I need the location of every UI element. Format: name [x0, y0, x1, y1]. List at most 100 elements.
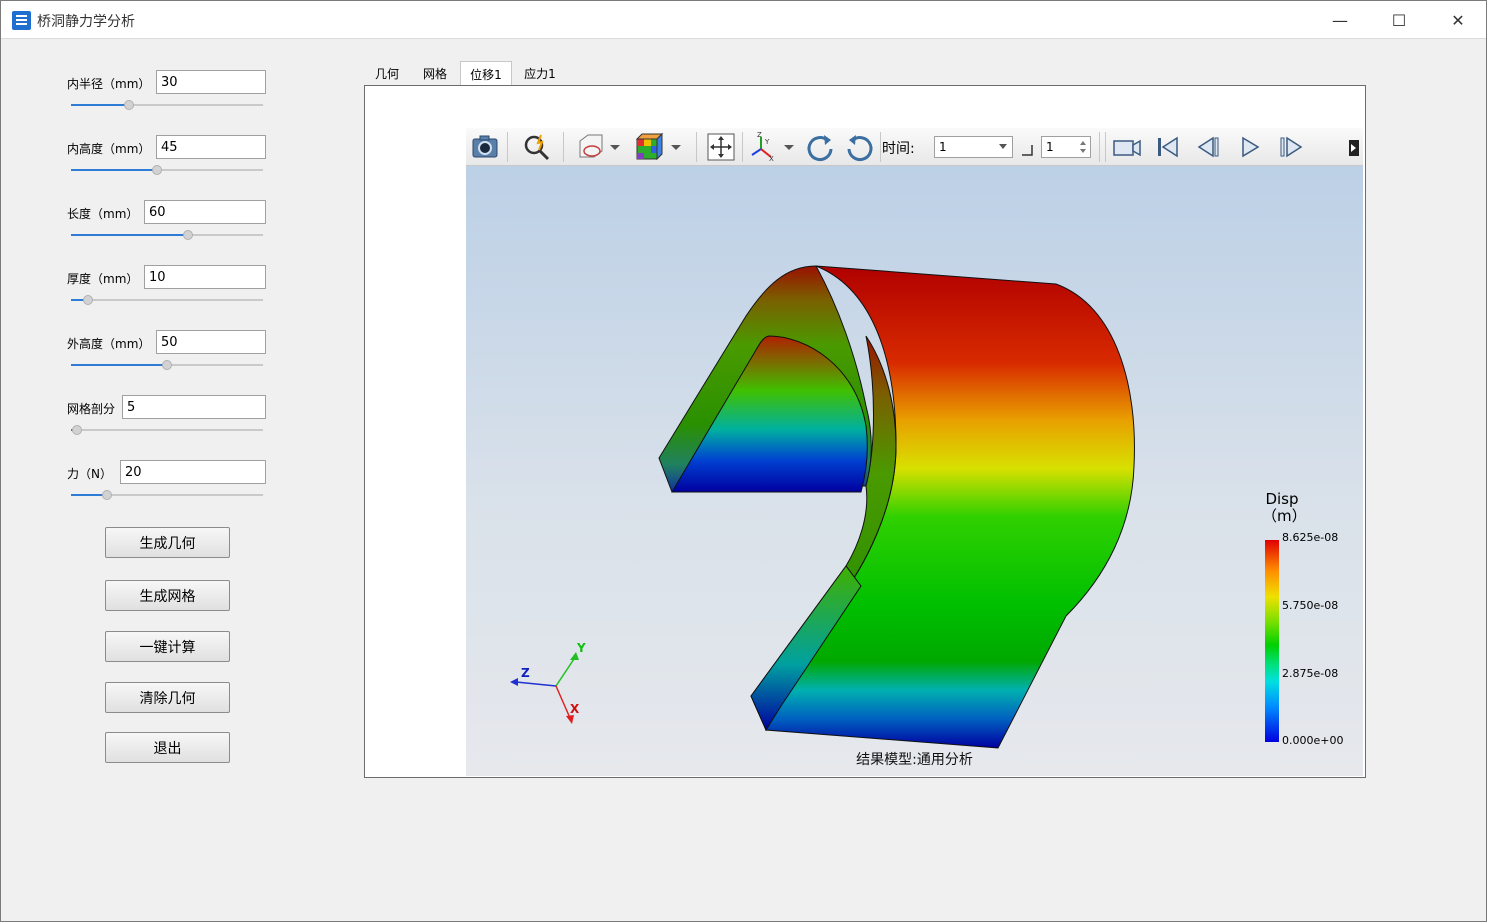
chevron-down-icon: [999, 144, 1007, 149]
force-slider[interactable]: [71, 489, 263, 501]
axes-view-icon[interactable]: Z Y X: [747, 131, 779, 163]
inner-height-slider[interactable]: [71, 164, 263, 176]
param-label: 外高度（mm）: [67, 337, 151, 351]
slider-thumb[interactable]: [102, 490, 112, 500]
rotate-clockwise-icon[interactable]: [804, 131, 836, 163]
toolbar-separator: [1105, 132, 1106, 162]
model-caption: 结果模型:通用分析: [856, 752, 973, 768]
slider-fill: [71, 104, 129, 106]
toolbar-separator: [696, 132, 697, 162]
view-toolbar: Z Y X 时间: 1 1: [466, 128, 1363, 166]
time-select-value: 1: [939, 140, 947, 154]
mesh-division-slider[interactable]: [71, 424, 263, 436]
pan-move-icon[interactable]: [705, 131, 737, 163]
thickness-input[interactable]: [144, 265, 266, 289]
video-record-icon[interactable]: [1111, 131, 1143, 163]
play-icon[interactable]: [1234, 131, 1266, 163]
slider-thumb[interactable]: [152, 165, 162, 175]
toolbar-separator: [880, 132, 881, 162]
color-map-icon[interactable]: [632, 131, 664, 163]
legend-quantity: Disp: [1265, 490, 1299, 508]
minimize-button[interactable]: —: [1311, 1, 1369, 39]
legend-tick-min: 0.000e+00: [1282, 734, 1344, 747]
outer-height-slider[interactable]: [71, 359, 263, 371]
legend-color-bar: [1265, 540, 1279, 742]
chevron-down-icon[interactable]: [608, 131, 622, 163]
step-corner-icon: [1022, 145, 1033, 156]
compute-button[interactable]: 一键计算: [105, 631, 230, 662]
time-select[interactable]: 1: [934, 136, 1013, 158]
param-label: 内高度（mm）: [67, 142, 151, 156]
chevron-down-icon[interactable]: [782, 131, 796, 163]
slider-fill: [71, 364, 167, 366]
slider-track: [71, 429, 263, 431]
toolbar-separator: [563, 132, 564, 162]
legend-unit: （m）: [1262, 507, 1307, 525]
legend-tick-max: 8.625e-08: [1282, 531, 1339, 544]
axis-y-label: Y: [577, 641, 586, 655]
outer-height-input[interactable]: [156, 330, 266, 354]
window-title: 桥洞静力学分析: [37, 14, 135, 30]
3d-viewport[interactable]: Y Z X Disp （m） 8.625e-08 5.750e-08 2.875…: [466, 166, 1363, 776]
slider-thumb[interactable]: [72, 425, 82, 435]
step-forward-icon[interactable]: [1275, 131, 1307, 163]
axes-triad: [510, 652, 579, 724]
app-window: 桥洞静力学分析 — ☐ ✕ 内半径（mm） 内高度（mm） 长度（mm） 厚度（…: [0, 0, 1487, 922]
tab-displacement[interactable]: 位移1: [460, 61, 512, 86]
toolbar-overflow-icon[interactable]: [1347, 131, 1361, 163]
step-spinbox[interactable]: 1: [1041, 136, 1091, 158]
step-back-icon[interactable]: [1193, 131, 1225, 163]
app-icon: [12, 11, 31, 30]
legend-tick: 2.875e-08: [1282, 667, 1339, 680]
param-label: 力（N）: [67, 467, 112, 481]
toolbar-separator: [1099, 132, 1100, 162]
axis-z-label: Z: [521, 666, 530, 680]
skip-first-icon[interactable]: [1152, 131, 1184, 163]
param-label: 网格剖分: [67, 402, 116, 416]
chevron-down-icon[interactable]: [669, 131, 683, 163]
svg-text:Y: Y: [764, 138, 770, 146]
tab-stress[interactable]: 应力1: [514, 61, 566, 86]
param-label: 厚度（mm）: [67, 272, 139, 286]
axis-x-label: X: [570, 702, 580, 716]
slider-thumb[interactable]: [183, 230, 193, 240]
generate-mesh-button[interactable]: 生成网格: [105, 580, 230, 611]
mesh-division-input[interactable]: [122, 395, 266, 419]
length-slider[interactable]: [71, 229, 263, 241]
inner-height-input[interactable]: [156, 135, 266, 159]
tab-mesh[interactable]: 网格: [412, 61, 458, 86]
spin-arrows-icon[interactable]: [1079, 139, 1087, 155]
svg-text:Z: Z: [757, 131, 762, 139]
toolbar-separator: [742, 132, 743, 162]
slider-thumb[interactable]: [83, 295, 93, 305]
slider-thumb[interactable]: [124, 100, 134, 110]
param-label: 长度（mm）: [67, 207, 139, 221]
slider-fill: [71, 169, 157, 171]
clear-geometry-button[interactable]: 清除几何: [105, 682, 230, 713]
maximize-button[interactable]: ☐: [1370, 1, 1428, 39]
toolbar-separator: [507, 132, 508, 162]
exit-button[interactable]: 退出: [105, 732, 230, 763]
inner-radius-input[interactable]: [156, 70, 266, 94]
rotate-counterclockwise-icon[interactable]: [844, 131, 876, 163]
thickness-slider[interactable]: [71, 294, 263, 306]
param-label: 内半径（mm）: [67, 77, 151, 91]
time-label: 时间:: [882, 141, 915, 157]
inner-radius-slider[interactable]: [71, 99, 263, 111]
svg-text:X: X: [769, 155, 774, 163]
legend-title: Disp （m）: [1262, 490, 1307, 525]
legend-tick: 5.750e-08: [1282, 599, 1339, 612]
screenshot-camera-icon[interactable]: [469, 131, 501, 163]
zoom-fit-icon[interactable]: [521, 131, 553, 163]
title-bar: 桥洞静力学分析 — ☐ ✕: [1, 1, 1486, 39]
displacement-model: [510, 265, 1135, 749]
slider-fill: [71, 234, 188, 236]
slider-track: [71, 299, 263, 301]
generate-geometry-button[interactable]: 生成几何: [105, 527, 230, 558]
slider-thumb[interactable]: [162, 360, 172, 370]
tab-geometry[interactable]: 几何: [364, 61, 410, 86]
force-input[interactable]: [120, 460, 266, 484]
length-input[interactable]: [144, 200, 266, 224]
close-button[interactable]: ✕: [1429, 1, 1487, 39]
clip-plane-icon[interactable]: [574, 131, 606, 163]
